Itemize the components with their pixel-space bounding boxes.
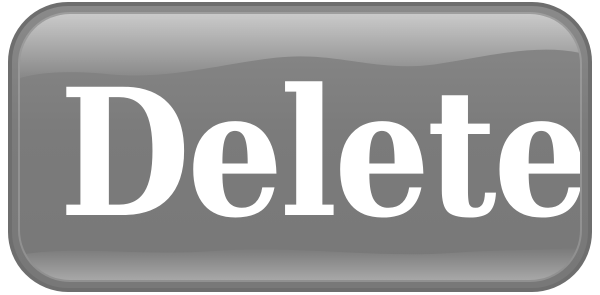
delete-button[interactable]: Delete: [8, 2, 592, 292]
canvas: Delete: [0, 0, 600, 295]
button-face: Delete: [18, 12, 582, 282]
button-label: Delete: [59, 50, 582, 257]
